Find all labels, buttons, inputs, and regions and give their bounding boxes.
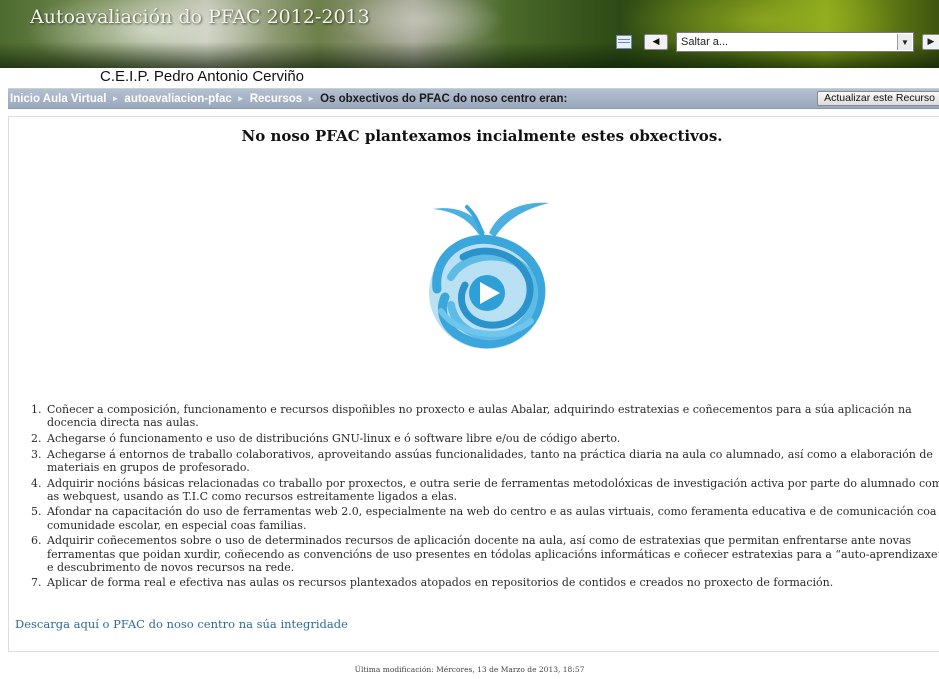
breadcrumb-course-link[interactable]: autoavaliacion-pfac: [124, 93, 231, 105]
resource-content: No noso PFAC plantexamos incialmente est…: [8, 116, 939, 652]
list-item: Adquirir nocións básicas relacionadas co…: [45, 477, 939, 503]
list-item: Coñecer a composición, funcionamento e r…: [45, 403, 939, 429]
breadcrumb-current: Os obxectivos do PFAC do noso centro era…: [320, 92, 568, 105]
abalar-apple-logo-icon: [429, 202, 549, 349]
next-button[interactable]: ▶: [922, 34, 939, 50]
breadcrumb-resources-link[interactable]: Recursos: [250, 93, 302, 105]
list-item: Aplicar de forma real e efectiva nas aul…: [45, 576, 939, 589]
prev-arrow-icon: ◀: [652, 37, 660, 47]
list-item: Afondar na capacitación do uso de ferram…: [45, 505, 939, 531]
breadcrumb-separator-icon: ►: [307, 94, 316, 103]
download-pfac-link[interactable]: Descarga aquí o PFAC do noso centro na s…: [15, 617, 348, 631]
objectives-list: Coñecer a composición, funcionamento e r…: [15, 403, 939, 592]
breadcrumb-separator-icon: ►: [236, 94, 245, 103]
page-heading: No noso PFAC plantexamos incialmente est…: [241, 127, 723, 145]
jump-to-selected-value: Saltar a...: [681, 36, 729, 48]
breadcrumb-separator-icon: ►: [111, 94, 120, 103]
dropdown-arrow-icon[interactable]: ▼: [897, 34, 912, 50]
header-banner: Autoavaliación do PFAC 2012-2013 ◀ Salta…: [0, 0, 939, 68]
update-resource-button[interactable]: Actualizar este Recurso: [817, 91, 939, 106]
prev-button[interactable]: ◀: [644, 34, 668, 50]
list-item: Achegarse ó funcionamento e uso de distr…: [45, 432, 939, 445]
next-arrow-icon: ▶: [927, 37, 935, 47]
school-name: C.E.I.P. Pedro Antonio Cerviño: [100, 68, 305, 85]
list-item: Adquirir coñecementos sobre o uso de det…: [45, 534, 939, 574]
course-title: Autoavaliación do PFAC 2012-2013: [30, 6, 370, 28]
breadcrumb-home-link[interactable]: Inicio Aula Virtual: [10, 93, 107, 105]
last-modified-footer: Última modificación: Mércores, 13 de Mar…: [354, 665, 585, 674]
jump-to-select[interactable]: Saltar a... ▼: [676, 32, 914, 52]
list-item: Achegarse á entornos de traballo colabor…: [45, 448, 939, 474]
navigation-tools: ◀ Saltar a... ▼ ▶: [616, 31, 939, 53]
course-index-icon[interactable]: [616, 35, 632, 49]
breadcrumb: Inicio Aula Virtual ► autoavaliacion-pfa…: [8, 88, 939, 109]
